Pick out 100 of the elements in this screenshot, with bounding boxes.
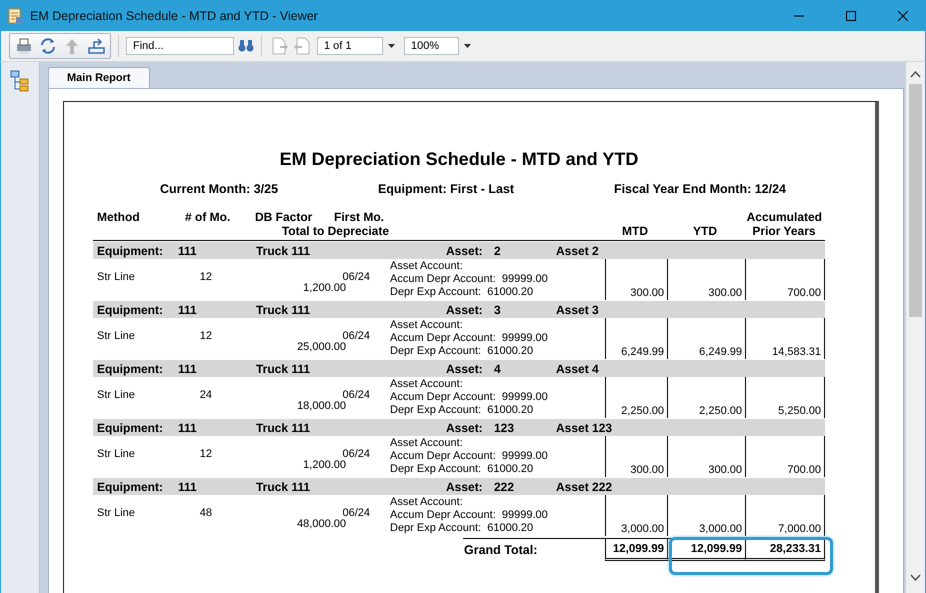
- print-button[interactable]: [14, 36, 34, 56]
- mtd-cell: 6,249.99: [605, 318, 667, 359]
- first-month-cell-text: 06/24: [342, 507, 371, 519]
- months-cell-text: 48: [198, 506, 213, 521]
- column-header: MTD: [621, 224, 649, 238]
- months-cell-text: 12: [198, 270, 213, 285]
- mtd-cell: 2,250.00: [605, 377, 667, 418]
- report-parameter: Fiscal Year End Month: 12/24: [614, 182, 786, 196]
- equipment-number: 111: [178, 420, 198, 434]
- equipment-label: Equipment:: [97, 362, 164, 376]
- total-cell-text: 48,000.00: [297, 518, 347, 530]
- account-line: Depr Exp Account: 61000.20: [390, 345, 534, 358]
- column-header: Prior Years: [751, 224, 817, 238]
- account-line: Accum Depr Account: 99999.00: [390, 450, 549, 463]
- scroll-down-icon[interactable]: [910, 574, 921, 582]
- asset-label: Asset:: [446, 244, 484, 258]
- ytd-cell: 300.00: [667, 436, 745, 477]
- grand-total-label: Grand Total:: [463, 538, 605, 563]
- ytd-cell: 300.00: [667, 259, 745, 300]
- total-cell-text: 1,200.00: [303, 282, 347, 294]
- equipment-number: 111: [178, 480, 198, 494]
- binoculars-icon[interactable]: [238, 39, 254, 53]
- account-line: Asset Account:: [390, 437, 464, 450]
- asset-label: Asset:: [446, 420, 484, 434]
- asset-label: Asset:: [446, 480, 484, 494]
- asset-number: 2: [494, 244, 502, 258]
- prior-years-cell: 14,583.31: [745, 318, 825, 359]
- close-icon[interactable]: [898, 10, 908, 20]
- prior-years-cell: 700.00: [745, 259, 825, 300]
- total-cell-text: 1,200.00: [303, 459, 347, 471]
- method-cell-text: Str Line: [96, 447, 136, 462]
- method-cell-text: Str Line: [96, 329, 136, 344]
- account-line: Depr Exp Account: 61000.20: [390, 522, 534, 535]
- find-field[interactable]: Find...: [126, 37, 234, 55]
- method-cell-text: Str Line: [96, 388, 136, 403]
- prior-years-cell: 7,000.00: [745, 495, 825, 536]
- account-line: Asset Account:: [390, 260, 464, 273]
- mtd-cell: 3,000.00: [605, 495, 667, 536]
- report-parameter: Current Month: 3/25: [160, 182, 278, 196]
- total-cell-text: 18,000.00: [297, 400, 347, 412]
- account-line: Accum Depr Account: 99999.00: [390, 332, 549, 345]
- asset-description: Asset 123: [556, 420, 614, 434]
- first-month-cell-text: 06/24: [342, 448, 371, 460]
- refresh-button[interactable]: [38, 36, 58, 56]
- column-header: Total to Depreciate: [280, 224, 389, 238]
- dropdown-caret-icon[interactable]: [463, 43, 472, 49]
- equipment-label: Equipment:: [97, 302, 164, 316]
- export-button[interactable]: [86, 36, 106, 56]
- report-parameter: Equipment: First - Last: [378, 182, 514, 196]
- prior-years-cell: 5,250.00: [745, 377, 825, 418]
- account-line: Depr Exp Account: 61000.20: [390, 404, 534, 417]
- grand-total-value: 12,099.99: [605, 539, 667, 561]
- scroll-up-icon[interactable]: [910, 70, 921, 78]
- account-line: Accum Depr Account: 99999.00: [390, 273, 549, 286]
- dropdown-caret-icon[interactable]: [387, 43, 396, 49]
- page-field[interactable]: 1 of 1: [317, 37, 383, 55]
- ytd-cell: 6,249.99: [667, 318, 745, 359]
- grand-total-value: 12,099.99: [667, 539, 745, 561]
- equipment-number: 111: [178, 362, 198, 376]
- mtd-cell: 300.00: [605, 259, 667, 300]
- account-line: Depr Exp Account: 61000.20: [390, 286, 534, 299]
- account-line: Depr Exp Account: 61000.20: [390, 463, 534, 476]
- column-header: Accumulated: [746, 210, 823, 224]
- equipment-number: 111: [178, 244, 198, 258]
- scrollbar[interactable]: [906, 62, 925, 593]
- asset-number: 3: [494, 302, 502, 316]
- equipment-number: 111: [178, 302, 198, 316]
- first-month-cell-text: 06/24: [342, 389, 371, 401]
- report-app-icon: [8, 8, 24, 24]
- window-title: EM Depreciation Schedule - MTD and YTD - Viewer: [30, 8, 319, 22]
- zoom-field[interactable]: 100%: [404, 37, 459, 55]
- asset-description: Asset 2: [556, 244, 600, 258]
- equipment-description: Truck 111: [256, 480, 312, 494]
- column-header: Method: [97, 210, 141, 224]
- ytd-cell: 3,000.00: [667, 495, 745, 536]
- asset-label: Asset:: [446, 362, 484, 376]
- account-line: Asset Account:: [390, 496, 464, 509]
- tree-icon[interactable]: [10, 70, 30, 92]
- account-line: Asset Account:: [390, 319, 464, 332]
- asset-number: 4: [494, 362, 502, 376]
- months-cell-text: 12: [198, 447, 213, 462]
- account-line: Accum Depr Account: 99999.00: [390, 509, 549, 522]
- maximize-icon[interactable]: [846, 10, 856, 20]
- first-month-cell-text: 06/24: [342, 330, 371, 342]
- column-header: DB Factor: [255, 210, 314, 224]
- report-tab[interactable]: Main Report: [48, 67, 150, 88]
- column-header: YTD: [692, 224, 718, 238]
- account-line: Accum Depr Account: 99999.00: [390, 391, 549, 404]
- equipment-description: Truck 111: [256, 244, 312, 258]
- asset-description: Asset 4: [556, 362, 600, 376]
- method-cell-text: Str Line: [96, 506, 136, 521]
- first-month-cell-text: 06/24: [342, 271, 371, 283]
- scrollbar-thumb[interactable]: [909, 84, 922, 317]
- asset-label: Asset:: [446, 302, 484, 316]
- mtd-cell: 300.00: [605, 436, 667, 477]
- equipment-label: Equipment:: [97, 420, 164, 434]
- equipment-description: Truck 111: [256, 420, 312, 434]
- method-cell-text: Str Line: [96, 270, 136, 285]
- months-cell-text: 24: [198, 388, 213, 403]
- equipment-label: Equipment:: [97, 480, 164, 494]
